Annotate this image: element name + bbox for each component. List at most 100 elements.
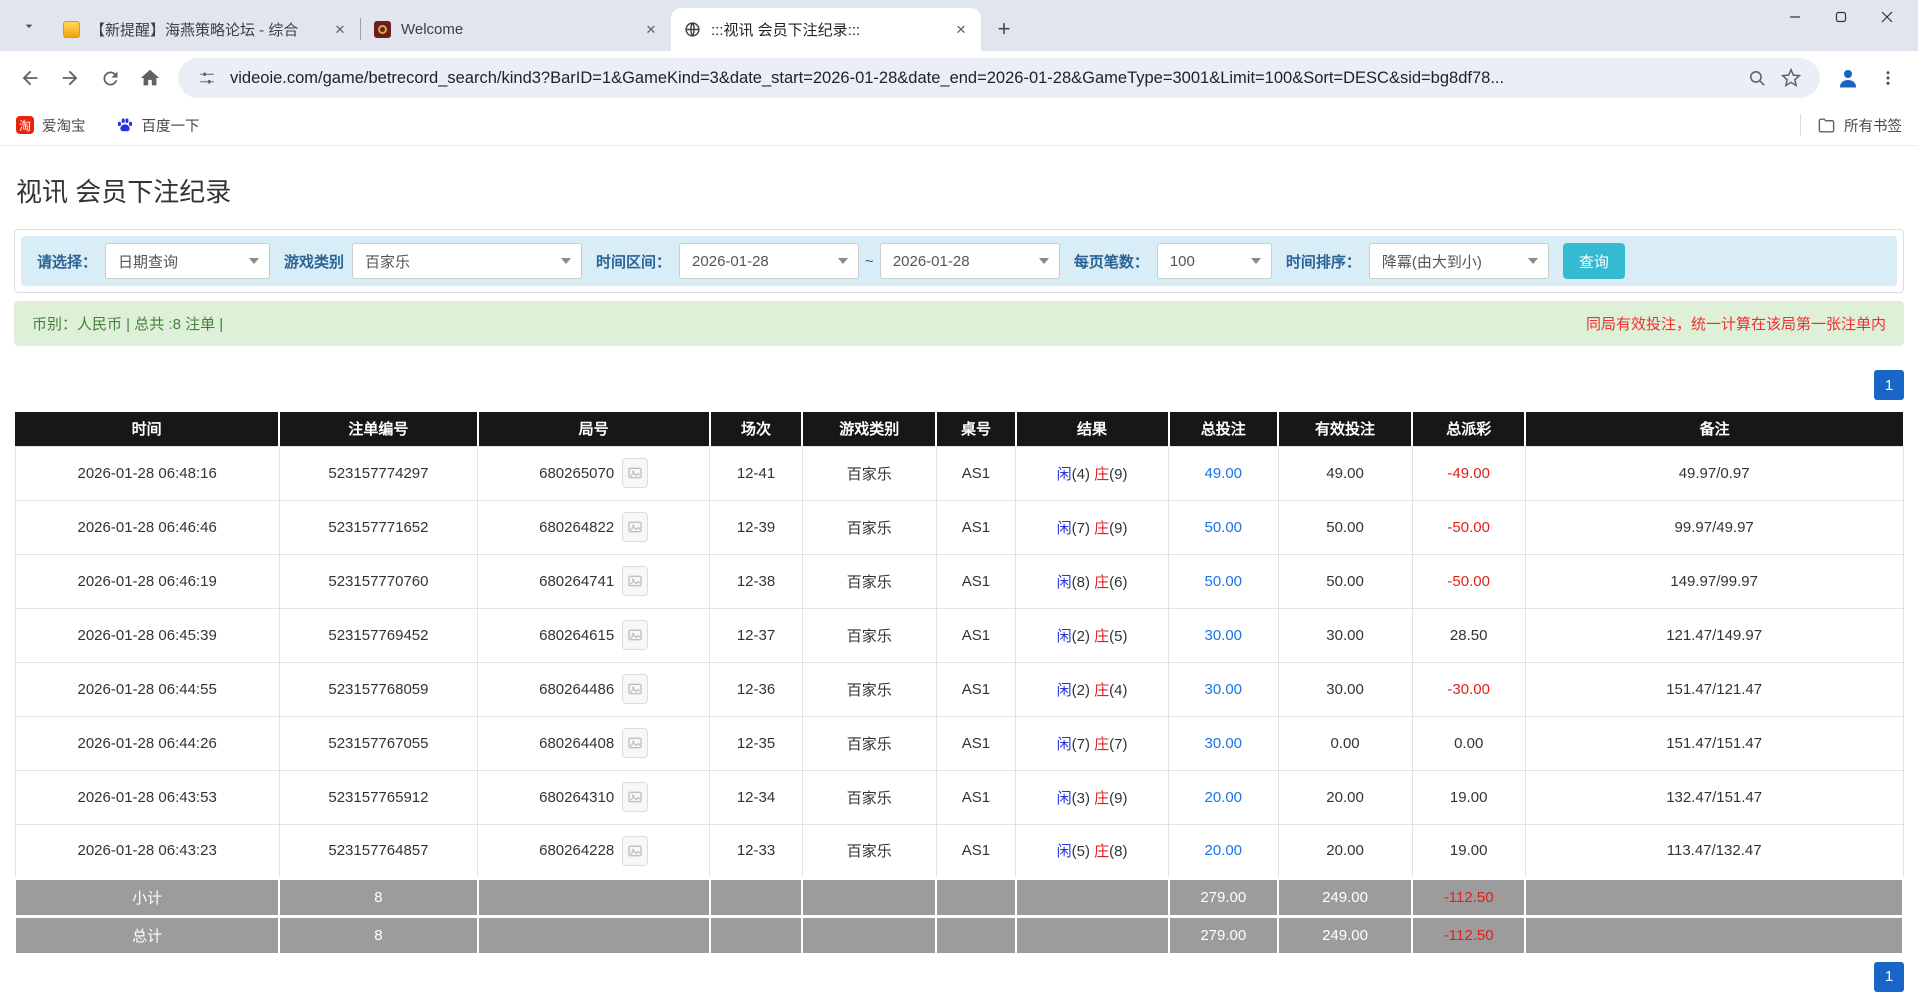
welcome-favicon-icon (373, 21, 391, 39)
bookmark-star-icon[interactable] (1776, 63, 1806, 93)
cell-payout: -30.00 (1411, 661, 1526, 717)
round-media-button[interactable] (622, 458, 649, 488)
url-text[interactable]: videoie.com/game/betrecord_search/kind3?… (230, 69, 1738, 88)
home-icon[interactable] (132, 60, 168, 96)
search-button[interactable]: 查询 (1562, 243, 1625, 279)
cell-round-id: 680264228 (477, 823, 711, 879)
tab-forum[interactable]: 【新提醒】海燕策略论坛 - 综合 ✕ (50, 8, 360, 51)
total-bet-link[interactable]: 30.00 (1204, 627, 1242, 644)
cell-total-bet: 50.00 (1168, 499, 1279, 555)
globe-icon (683, 21, 701, 39)
cell-total-bet: 30.00 (1168, 715, 1279, 771)
cell-payout: -49.00 (1411, 445, 1526, 501)
total-bet-link[interactable]: 30.00 (1204, 681, 1242, 698)
col-remark: 备注 (1524, 412, 1903, 446)
cell-time: 2026-01-28 06:48:16 (14, 445, 280, 501)
total-valid-bet: 249.00 (1277, 914, 1414, 956)
currency-total-text: 币别：人民币 | 总共 :8 注单 | (32, 316, 224, 333)
maximize-button[interactable] (1818, 0, 1864, 34)
cell-table-no: AS1 (935, 661, 1017, 717)
tab-close-icon[interactable]: ✕ (330, 20, 350, 40)
cell-payout: -50.00 (1411, 553, 1526, 609)
bookmark-baidu[interactable]: 百度一下 (116, 115, 200, 136)
close-window-button[interactable] (1864, 0, 1910, 34)
cell-time: 2026-01-28 06:44:26 (14, 715, 280, 771)
cell-table-no: AS1 (935, 607, 1017, 663)
round-media-button[interactable] (622, 512, 649, 542)
cell-game: 百家乐 (801, 553, 937, 609)
cell-remark: 49.97/0.97 (1524, 445, 1904, 501)
tab-welcome[interactable]: Welcome ✕ (361, 8, 671, 51)
cell-valid-bet: 0.00 (1277, 715, 1413, 771)
round-media-button[interactable] (622, 835, 649, 866)
cell-remark: 121.47/149.97 (1524, 607, 1904, 663)
all-bookmarks-button[interactable]: 所有书签 (1844, 115, 1902, 136)
total-bet-link[interactable]: 30.00 (1204, 735, 1242, 752)
col-total-bet: 总投注 (1167, 412, 1279, 446)
url-bar[interactable]: videoie.com/game/betrecord_search/kind3?… (178, 58, 1820, 98)
query-type-value: 日期查询 (118, 253, 179, 271)
cell-table-no: AS1 (935, 823, 1017, 879)
cell-valid-bet: 50.00 (1277, 553, 1413, 609)
round-media-button[interactable] (622, 674, 649, 704)
date-start-value: 2026-01-28 (692, 252, 769, 270)
cell-round-id: 680264615 (477, 607, 711, 663)
bookmark-taobao[interactable]: 淘 爱淘宝 (16, 115, 86, 136)
round-media-button[interactable] (622, 728, 649, 758)
cell-result: 闲(7) 庄(7) (1015, 715, 1170, 771)
round-media-button[interactable] (622, 620, 649, 650)
tab-close-icon[interactable]: ✕ (641, 20, 661, 40)
per-page-select[interactable]: 100 (1156, 243, 1272, 279)
cell-table-no: AS1 (935, 499, 1017, 555)
subtotal-row: 小计 8 279.00 249.00 -112.50 (13, 876, 1904, 918)
cell-payout: 19.00 (1411, 823, 1526, 879)
subtotal-count: 8 (278, 876, 479, 918)
chevron-down-icon (249, 258, 260, 264)
table-row: 2026-01-28 06:46:46 523157771652 6802648… (14, 499, 1904, 555)
reload-icon[interactable] (92, 60, 128, 96)
back-icon[interactable] (12, 60, 48, 96)
total-bet-link[interactable]: 50.00 (1204, 573, 1242, 590)
subtotal-label: 小计 (13, 876, 281, 918)
date-end-select[interactable]: 2026-01-28 (879, 243, 1060, 279)
total-bet-link[interactable]: 20.00 (1204, 789, 1242, 806)
total-row: 总计 8 279.00 249.00 -112.50 (13, 914, 1904, 956)
bookmarks-divider (1800, 114, 1801, 136)
cell-bet-id: 523157774297 (278, 445, 479, 501)
forum-favicon-icon (62, 21, 80, 39)
tab-betrecord-active[interactable]: :::视讯 会员下注纪录::: ✕ (671, 8, 981, 51)
game-type-select[interactable]: 百家乐 (352, 243, 583, 279)
cell-game: 百家乐 (801, 769, 937, 825)
subtotal-payout: -112.50 (1411, 876, 1527, 918)
sort-select[interactable]: 降冪(由大到小) (1368, 243, 1549, 279)
total-bet-link[interactable]: 49.00 (1204, 465, 1242, 482)
total-bet-link[interactable]: 50.00 (1204, 519, 1242, 536)
cell-valid-bet: 20.00 (1277, 769, 1413, 825)
minimize-button[interactable] (1772, 0, 1818, 34)
round-media-button[interactable] (622, 566, 649, 596)
table-row: 2026-01-28 06:44:55 523157768059 6802644… (14, 661, 1904, 717)
chevron-down-icon (1038, 258, 1049, 264)
page-1-button[interactable]: 1 (1874, 370, 1904, 400)
forward-icon[interactable] (52, 60, 88, 96)
cell-bet-id: 523157771652 (278, 499, 479, 555)
zoom-indicator-icon[interactable] (1742, 63, 1772, 93)
query-type-select[interactable]: 日期查询 (105, 243, 271, 279)
date-start-select[interactable]: 2026-01-28 (679, 243, 860, 279)
baidu-paw-icon (116, 116, 134, 134)
profile-avatar[interactable] (1830, 60, 1866, 96)
new-tab-button[interactable]: + (989, 14, 1019, 44)
tab-close-icon[interactable]: ✕ (951, 20, 971, 40)
chevron-down-icon (1250, 258, 1261, 264)
cell-bet-id: 523157770760 (278, 553, 479, 609)
cell-session: 12-36 (709, 661, 803, 717)
menu-kebab-icon[interactable] (1870, 60, 1906, 96)
site-settings-icon[interactable] (192, 63, 222, 93)
total-bet-link[interactable]: 20.00 (1204, 842, 1242, 859)
round-media-button[interactable] (622, 782, 649, 812)
cell-total-bet: 50.00 (1168, 553, 1279, 609)
cell-valid-bet: 20.00 (1277, 823, 1413, 879)
tab-search-chevron-icon[interactable] (12, 9, 46, 43)
cell-game: 百家乐 (801, 445, 937, 501)
page-1-button[interactable]: 1 (1874, 961, 1904, 992)
